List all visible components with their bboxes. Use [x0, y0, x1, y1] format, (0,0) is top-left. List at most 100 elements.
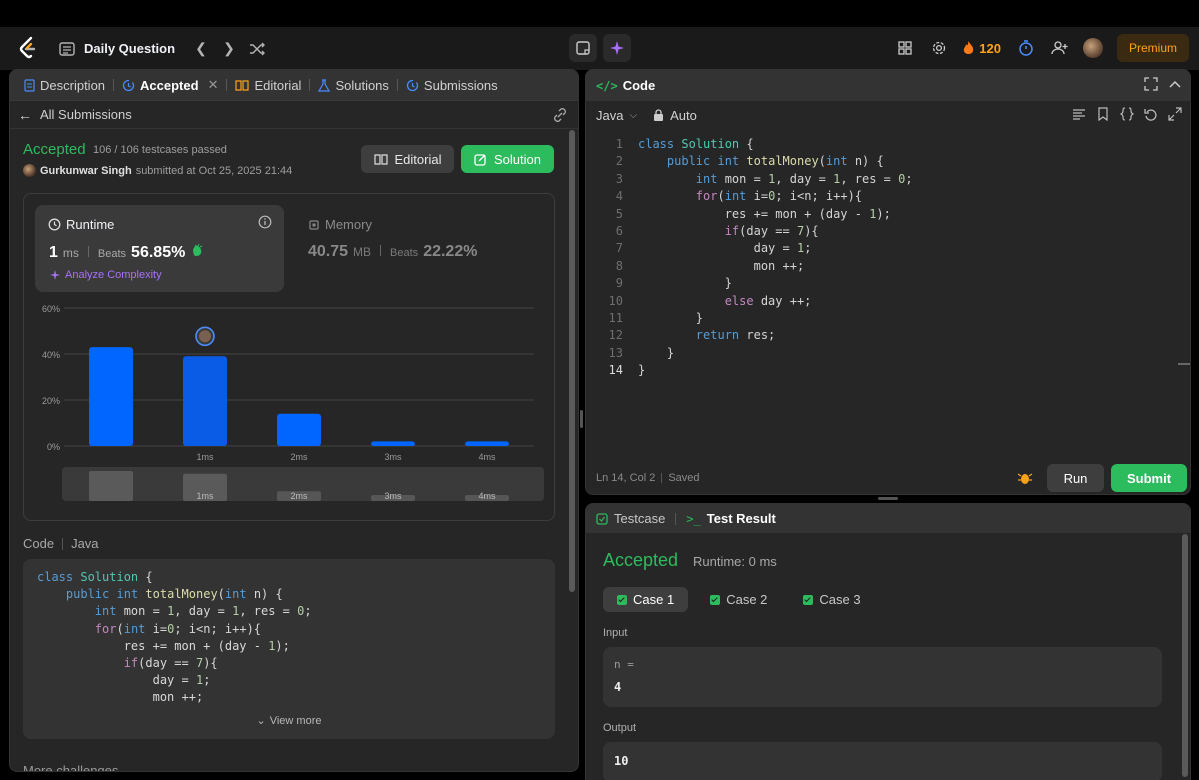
line-number: 9 — [615, 276, 623, 291]
code-editor-panel: </> Code Java ⌵ Auto 1 2 3 4 5 6 7 8 9 10 11 12 13 14… — [585, 69, 1191, 495]
tab-submissions[interactable]: Submissions — [400, 70, 504, 101]
analyze-complexity-link[interactable]: Analyze Complexity — [49, 269, 162, 281]
code-line[interactable]: int mon = 1, day = 1, res = 0; — [638, 171, 913, 188]
minimap-label: 3ms — [384, 491, 402, 501]
back-arrow-icon[interactable]: ← — [18, 107, 32, 123]
close-tab-icon[interactable]: ✕ — [208, 77, 219, 93]
runtime-card[interactable]: Runtime 1 ms Beats 56.85% Analyze Comple… — [35, 205, 284, 292]
prev-chevron-icon[interactable]: ❮ — [187, 35, 215, 63]
history-icon — [406, 79, 419, 91]
code-line[interactable]: } — [638, 275, 913, 292]
case-tab-3[interactable]: Case 3 — [789, 587, 874, 612]
editorial-button[interactable]: Editorial — [361, 145, 454, 173]
runtime-distribution-chart[interactable]: 60% 40% 20% 0% 1ms 2ms 3ms 4ms 1ms 2ms 3ms 4ms — [24, 294, 556, 522]
chart-bar[interactable] — [183, 356, 227, 446]
case-tab-2[interactable]: Case 2 — [696, 587, 781, 612]
user-avatar[interactable] — [1082, 38, 1103, 58]
tab-accepted[interactable]: Accepted ✕ — [116, 70, 224, 101]
top-navbar: Daily Question ❮ ❯ 120 Premium — [0, 27, 1199, 70]
reset-icon[interactable] — [1144, 107, 1158, 121]
layout-grid-icon[interactable] — [888, 33, 922, 63]
code-preview-line: if(day == 7){ — [123, 656, 218, 671]
checkbox-icon — [596, 512, 608, 525]
code-line[interactable]: } — [638, 345, 913, 362]
fullscreen-icon[interactable] — [1168, 107, 1182, 121]
next-chevron-icon[interactable]: ❯ — [215, 35, 243, 63]
tab-solutions[interactable]: Solutions — [312, 70, 394, 101]
book-icon — [235, 80, 250, 91]
maximize-icon[interactable] — [1144, 77, 1158, 91]
language-select[interactable]: Java — [596, 108, 623, 123]
notes-button[interactable] — [569, 34, 597, 62]
collapse-chevron-up-icon[interactable] — [1168, 77, 1182, 91]
nav-title[interactable]: Daily Question — [84, 41, 175, 56]
code-line[interactable]: } — [638, 310, 913, 327]
author-name[interactable]: Gurkunwar Singh — [40, 165, 132, 177]
code-preview: class Solution { public int totalMoney(i… — [23, 559, 555, 739]
code-lines[interactable]: class Solution { public int totalMoney(i… — [638, 136, 913, 380]
runtime-beats-label: Beats — [97, 248, 127, 260]
chart-bar[interactable] — [371, 441, 415, 446]
sparkle-icon — [50, 270, 60, 280]
tab-testcase[interactable]: Testcase — [614, 511, 665, 526]
terminal-icon: >_ — [686, 511, 701, 526]
sparkle-icon — [610, 41, 624, 55]
code-line[interactable]: for(int i=0; i<n; i++){ — [638, 188, 913, 205]
edge-resize-handle[interactable] — [1178, 363, 1190, 365]
vertical-resize-handle[interactable] — [580, 410, 583, 428]
add-friend-icon[interactable] — [1043, 33, 1077, 63]
tab-editorial[interactable]: Editorial — [229, 70, 307, 101]
timer-icon[interactable] — [1009, 33, 1043, 63]
leetcode-logo-icon[interactable] — [18, 36, 38, 60]
code-line[interactable]: public int totalMoney(int n) { — [638, 153, 913, 170]
submit-button[interactable]: Submit — [1111, 464, 1187, 492]
code-line[interactable]: mon ++; — [638, 258, 913, 275]
memory-header[interactable]: Memory — [308, 217, 372, 232]
run-button[interactable]: Run — [1047, 464, 1104, 492]
memory-values: 40.75 MB Beats 22.22% — [308, 243, 477, 261]
tab-description[interactable]: Description — [18, 70, 111, 101]
braces-icon[interactable] — [1120, 107, 1134, 121]
info-icon[interactable] — [258, 215, 272, 229]
result-scrollbar[interactable] — [1182, 534, 1188, 777]
solution-button[interactable]: Solution — [461, 145, 554, 173]
auto-mode-label[interactable]: Auto — [670, 108, 697, 123]
chart-bar[interactable] — [277, 413, 321, 446]
line-number: 6 — [615, 224, 623, 239]
shuffle-icon[interactable] — [243, 35, 271, 63]
left-scrollbar[interactable] — [569, 130, 575, 592]
streak-counter[interactable]: 120 — [962, 40, 1001, 56]
code-editor[interactable]: 1 2 3 4 5 6 7 8 9 10 11 12 13 14 class Solution { pub… — [586, 136, 1190, 396]
code-line[interactable]: if(day == 7){ — [638, 223, 913, 240]
chart-bar[interactable] — [465, 441, 509, 446]
horizontal-resize-handle[interactable] — [878, 497, 898, 500]
problem-list-icon[interactable] — [58, 40, 76, 58]
view-more-button[interactable]: ⌄ View more — [23, 705, 555, 739]
premium-button[interactable]: Premium — [1116, 34, 1189, 62]
settings-gear-icon[interactable] — [922, 33, 956, 63]
output-value: 10 — [614, 754, 629, 768]
code-line[interactable]: res += mon + (day - 1); — [638, 206, 913, 223]
debug-bug-icon[interactable] — [1017, 470, 1033, 486]
code-tabbar: </> Code — [586, 70, 1190, 101]
tab-test-result[interactable]: Test Result — [707, 511, 776, 526]
chevron-down-icon[interactable]: ⌵ — [629, 110, 637, 121]
link-icon[interactable] — [552, 107, 568, 123]
code-line[interactable]: class Solution { — [638, 136, 913, 153]
saved-status: Saved — [668, 472, 700, 484]
code-line[interactable]: return res; — [638, 327, 913, 344]
case-tab-1[interactable]: Case 1 — [603, 587, 689, 612]
code-line[interactable]: else day ++; — [638, 293, 913, 310]
bookmark-icon[interactable] — [1096, 107, 1110, 121]
editor-status: Ln 14, Col 2 Saved — [596, 472, 700, 484]
all-submissions-link[interactable]: All Submissions — [40, 107, 132, 122]
tab-code[interactable]: Code — [623, 78, 656, 93]
code-preview-line: class Solution { — [37, 570, 153, 584]
code-line[interactable]: day = 1; — [638, 240, 913, 257]
chart-bar[interactable] — [89, 347, 133, 446]
code-line[interactable]: } — [638, 362, 913, 379]
minimap-bar — [89, 471, 133, 501]
ai-assistant-button[interactable] — [603, 34, 631, 62]
author-avatar[interactable] — [23, 164, 36, 177]
format-lines-icon[interactable] — [1072, 107, 1086, 121]
